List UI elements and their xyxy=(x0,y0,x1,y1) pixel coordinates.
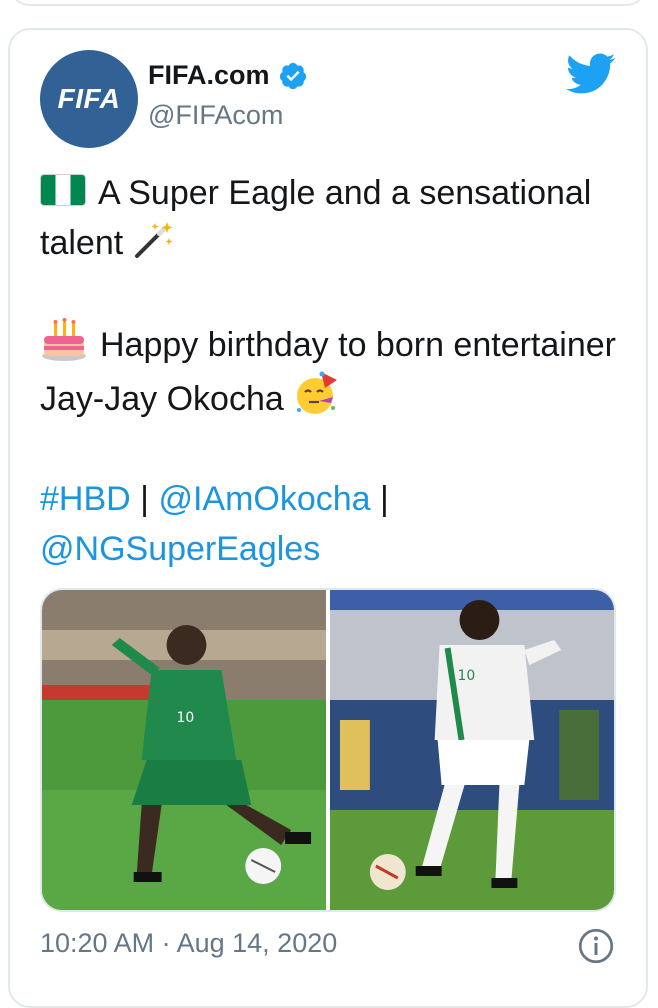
party-face-icon xyxy=(297,371,338,414)
photo-1-image: 10 xyxy=(42,590,326,910)
tweet-date: Aug 14, 2020 xyxy=(176,928,338,958)
twitter-bird-icon[interactable] xyxy=(566,52,616,96)
mention-ngsupereagles[interactable]: @NGSuperEagles xyxy=(40,530,320,568)
photo-2[interactable]: 10 xyxy=(330,590,614,910)
photo-2-image: 10 xyxy=(330,590,614,910)
nigeria-flag-icon xyxy=(40,174,86,206)
separator: | xyxy=(370,480,389,518)
magic-wand-icon xyxy=(134,222,173,258)
author-handle[interactable]: @FIFAcom xyxy=(148,100,283,131)
photo-2-shirt-number: 10 xyxy=(458,668,476,684)
author-display-name[interactable]: FIFA.com xyxy=(148,60,270,91)
timestamp-dot: · xyxy=(154,928,177,958)
birthday-cake-icon xyxy=(42,318,86,361)
photo-1[interactable]: 10 xyxy=(42,590,326,910)
tweet-timestamp[interactable]: 10:20 AM · Aug 14, 2020 xyxy=(40,928,337,959)
info-icon[interactable] xyxy=(578,928,614,964)
avatar[interactable]: FIFA xyxy=(40,50,138,148)
avatar-logo-text: FIFA xyxy=(57,83,121,114)
author-name-row: FIFA.com xyxy=(148,60,308,91)
previous-tweet-card xyxy=(8,0,648,6)
verified-badge-icon xyxy=(279,62,306,89)
photo-1-shirt-number: 10 xyxy=(177,710,195,726)
tweet-line-1: A Super Eagle and a sensational talent xyxy=(40,174,592,262)
hashtag-hbd[interactable]: #HBD xyxy=(40,480,131,518)
tweet-paragraph-2: Happy birthday to born entertainer Jay-J… xyxy=(40,318,630,424)
tweet-paragraph-1: A Super Eagle and a sensational talent xyxy=(40,168,630,268)
tweet-links: #HBD | @IAmOkocha | @NGSuperEagles xyxy=(40,474,630,574)
tweet-media[interactable]: 10 10 xyxy=(40,588,616,912)
separator: | xyxy=(130,480,159,518)
mention-iamokocha[interactable]: @IAmOkocha xyxy=(158,480,370,518)
tweet-text: A Super Eagle and a sensational talent H… xyxy=(40,168,630,574)
tweet-time: 10:20 AM xyxy=(40,928,155,958)
